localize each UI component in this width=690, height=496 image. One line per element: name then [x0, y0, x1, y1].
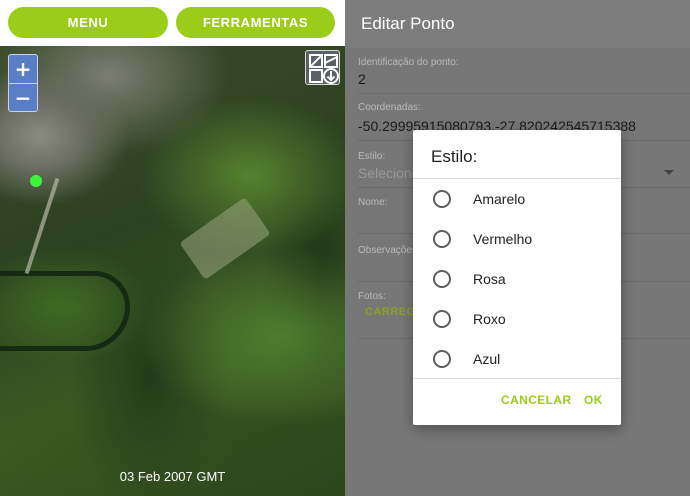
chevron-down-icon[interactable] — [664, 170, 674, 175]
zoom-in-button[interactable]: + — [9, 55, 37, 83]
photos-label: Fotos: — [358, 291, 386, 302]
layers-button[interactable] — [305, 50, 340, 85]
coordinates-label: Coordenadas: — [358, 102, 421, 113]
name-label: Nome: — [358, 197, 388, 208]
menu-button[interactable]: MENU — [8, 7, 168, 38]
map-panel: MENU FERRAMENTAS + − 03 Feb 2007 GMT — [0, 0, 345, 496]
option-label: Azul — [473, 351, 501, 367]
field-feature — [179, 197, 271, 280]
ok-button[interactable]: OK — [584, 393, 603, 407]
style-label: Estilo: — [358, 151, 386, 162]
notes-label: Observações: — [358, 245, 420, 256]
option-roxo[interactable]: Roxo — [413, 299, 621, 339]
radio-unchecked-icon[interactable] — [433, 270, 451, 288]
river-feature — [0, 271, 130, 351]
option-label: Rosa — [473, 271, 506, 287]
zoom-control: + − — [8, 54, 38, 112]
option-vermelho[interactable]: Vermelho — [413, 219, 621, 259]
tools-button[interactable]: FERRAMENTAS — [176, 7, 335, 38]
option-rosa[interactable]: Rosa — [413, 259, 621, 299]
road-feature — [24, 177, 60, 275]
option-label: Vermelho — [473, 231, 533, 247]
zoom-out-button[interactable]: − — [9, 84, 37, 112]
option-azul[interactable]: Azul — [413, 339, 621, 379]
satellite-map[interactable] — [0, 46, 345, 496]
radio-unchecked-icon[interactable] — [433, 190, 451, 208]
dialog-title: Estilo: — [431, 147, 478, 166]
location-marker[interactable] — [30, 175, 42, 187]
option-amarelo[interactable]: Amarelo — [413, 179, 621, 219]
page-title: Editar Ponto — [361, 14, 455, 33]
app-bar: Editar Ponto — [345, 0, 690, 48]
option-label: Roxo — [473, 311, 506, 327]
layers-icon — [309, 54, 339, 84]
point-id-underline — [358, 93, 690, 94]
cancel-button[interactable]: CANCELAR — [501, 393, 572, 407]
point-id-label: Identificação do ponto: — [358, 57, 459, 68]
option-label: Amarelo — [473, 191, 526, 207]
point-id-value[interactable]: 2 — [358, 71, 366, 87]
imagery-date: 03 Feb 2007 GMT — [119, 469, 226, 484]
radio-unchecked-icon[interactable] — [433, 230, 451, 248]
top-toolbar: MENU FERRAMENTAS — [0, 0, 345, 46]
edit-point-panel: Editar Ponto Identificação do ponto: 2 C… — [345, 0, 690, 496]
style-select[interactable]: Selecione — [358, 165, 420, 181]
radio-unchecked-icon[interactable] — [433, 310, 451, 328]
dialog-divider-bottom — [413, 378, 621, 379]
style-dialog: Estilo: Amarelo Vermelho Rosa Roxo Azul … — [413, 130, 621, 425]
radio-unchecked-icon[interactable] — [433, 350, 451, 368]
